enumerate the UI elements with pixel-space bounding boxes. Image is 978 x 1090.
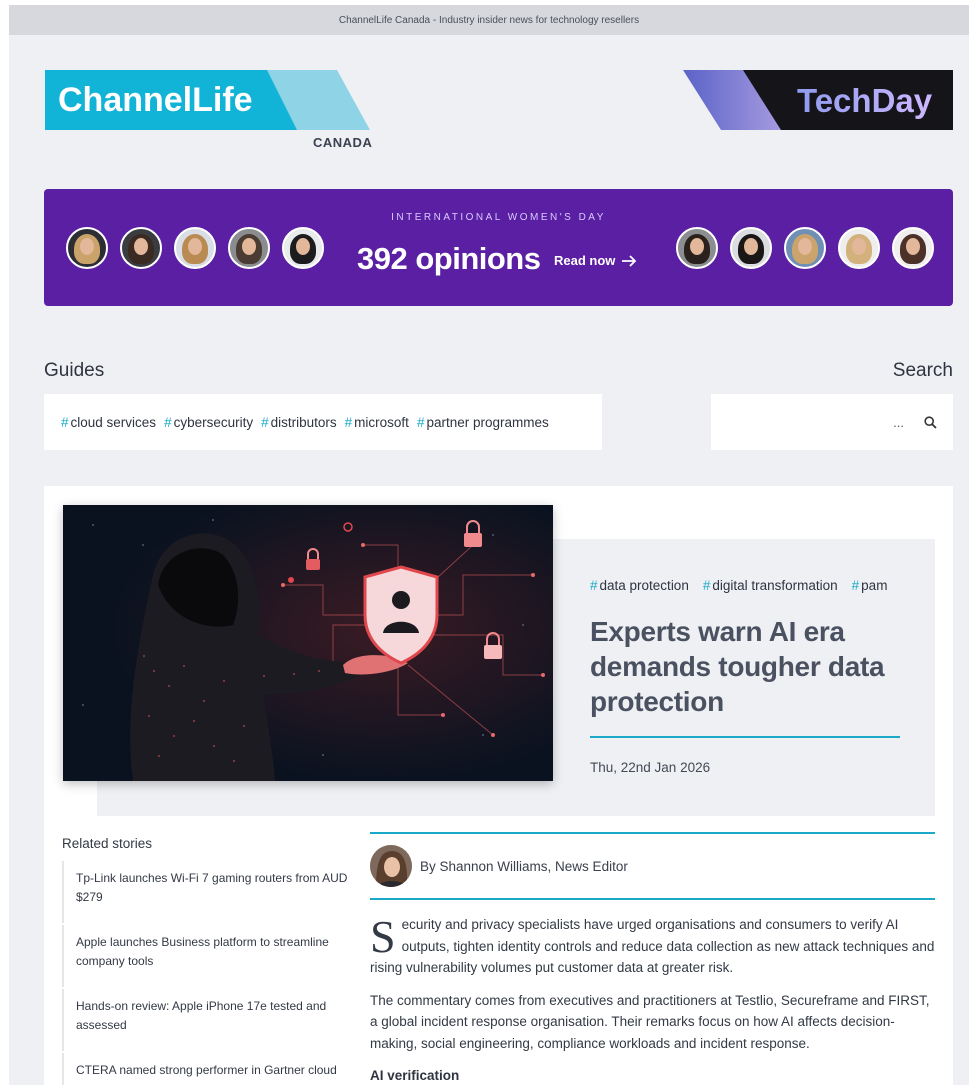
techday-logo[interactable]: TechDay [683,70,953,130]
avatar [120,227,162,269]
site-tagline-bar: ChannelLife Canada - Industry insider ne… [9,5,969,35]
guide-tag-cybersecurity[interactable]: # cybersecurity [164,415,253,430]
author-byline: By Shannon Williams, News Editor [370,834,935,898]
avatar [676,227,718,269]
author-name[interactable]: By Shannon Williams, News Editor [420,859,628,874]
related-stories-heading: Related stories [62,836,153,851]
drop-cap: S [370,911,396,962]
banner-kicker: INTERNATIONAL WOMEN'S DAY [391,212,606,223]
author-avatar[interactable] [370,845,412,887]
guide-tag-cloud-services[interactable]: # cloud services [61,415,156,430]
arrow-right-icon [622,254,637,267]
search-box [711,394,953,450]
iwd-banner[interactable]: INTERNATIONAL WOMEN'S DAY 392 opinions R… [44,189,953,306]
banner-opinion-count: 392 opinions [357,241,541,276]
article-tag-pam[interactable]: # pam [852,578,888,593]
article-content: By Shannon Williams, News Editor Securit… [370,832,935,1085]
search-heading: Search [892,360,953,381]
avatar [892,227,934,269]
site-tagline: ChannelLife Canada - Industry insider ne… [338,14,640,26]
channellife-logo[interactable]: ChannelLife [45,70,375,130]
guide-tag-microsoft[interactable]: # microsoft [345,415,409,430]
article-paragraph: The commentary comes from executives and… [370,992,930,1051]
related-story-link[interactable]: Tp-Link launches Wi-Fi 7 gaming routers … [62,861,352,923]
search-input[interactable] [734,414,904,430]
guides-tag-list: # cloud services # cybersecurity # distribu… [44,394,602,450]
logo-country-label: CANADA [313,135,373,150]
article-headline: Experts warn AI era demands tougher data… [590,616,885,717]
article-tag-list: # data protection # digital transformation… [590,578,887,593]
byline-divider-bottom [370,898,935,900]
avatar [838,227,880,269]
avatar [282,227,324,269]
guide-tag-partner-programmes[interactable]: # partner programmes [417,415,549,430]
search-icon[interactable] [924,415,937,429]
article-subheading: AI verification [370,1068,460,1083]
techday-logo-text: TechDay [797,82,933,119]
avatar [784,227,826,269]
related-story-link[interactable]: Apple launches Business platform to stre… [62,925,352,987]
read-now-label: Read now [554,253,616,268]
avatar-group-left [66,227,324,269]
headline-divider [590,736,900,738]
page: ChannelLife Canada - Industry insider ne… [9,5,969,1085]
article-card: # data protection # digital transformation… [44,486,953,1085]
avatar-group-right [676,227,934,269]
guides-heading: Guides [44,360,105,381]
hero-image[interactable] [63,505,553,781]
avatar [730,227,772,269]
article-tag-data-protection[interactable]: # data protection [590,578,689,593]
read-now-link[interactable]: Read now [554,253,637,268]
article-paragraph: Security and privacy specialists have ur… [370,911,935,976]
related-story-link[interactable]: CTERA named strong performer in Gartner … [62,1053,352,1085]
guide-tag-distributors[interactable]: # distributors [261,415,337,430]
channellife-logo-text: ChannelLife [58,81,253,119]
related-story-link[interactable]: Hands-on review: Apple iPhone 17e tested… [62,989,352,1051]
article-tag-digital-transformation[interactable]: # digital transformation [703,578,838,593]
avatar [66,227,108,269]
article-body: Security and privacy specialists have ur… [370,914,935,1085]
related-stories-list: Tp-Link launches Wi-Fi 7 gaming routers … [62,861,352,1085]
avatar [228,227,270,269]
article-date: Thu, 22nd Jan 2026 [590,760,711,775]
avatar [174,227,216,269]
